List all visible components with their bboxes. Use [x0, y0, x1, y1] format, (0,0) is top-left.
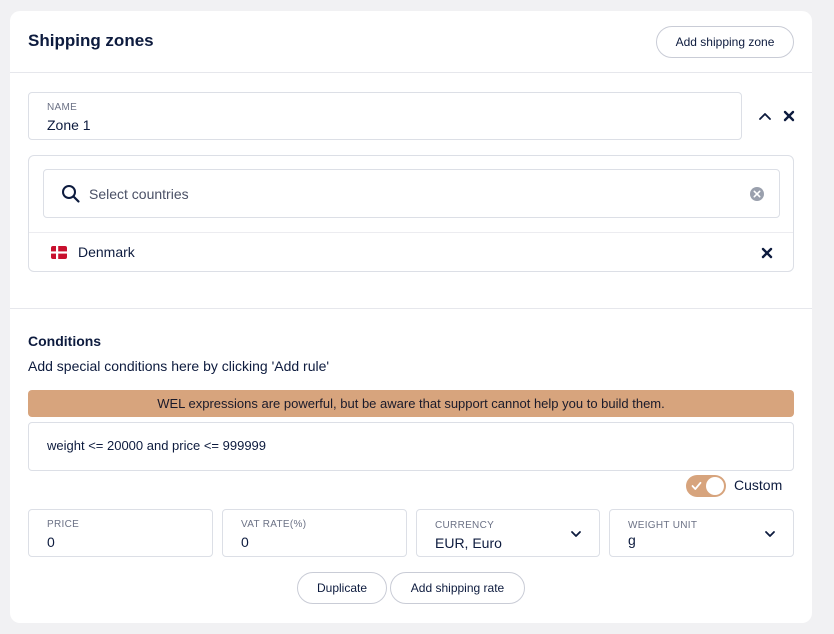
add-shipping-rate-button[interactable]: Add shipping rate: [390, 572, 525, 604]
currency-label: CURRENCY: [435, 520, 495, 531]
wel-warning-banner: WEL expressions are powerful, but be awa…: [28, 390, 794, 417]
duplicate-button[interactable]: Duplicate: [297, 572, 387, 604]
check-icon: [691, 481, 702, 490]
chevron-down-icon: [765, 531, 775, 537]
price-field[interactable]: PRICE 0: [28, 509, 213, 557]
weight-unit-value: g: [628, 532, 636, 548]
section-divider: [10, 308, 812, 309]
search-placeholder: Select countries: [89, 186, 189, 202]
price-label: PRICE: [47, 519, 80, 530]
currency-value: EUR, Euro: [435, 535, 502, 551]
zone-name-value: Zone 1: [47, 117, 91, 133]
country-name: Denmark: [78, 244, 135, 260]
conditions-title: Conditions: [28, 333, 102, 349]
chevron-down-icon: [571, 531, 581, 537]
vat-rate-field[interactable]: VAT RATE(%) 0: [222, 509, 407, 557]
toggle-knob: [706, 477, 724, 495]
close-zone-icon[interactable]: [782, 109, 796, 123]
clear-search-icon[interactable]: [749, 186, 765, 202]
expression-text: weight <= 20000 and price <= 999999: [47, 438, 267, 453]
custom-label: Custom: [734, 477, 783, 493]
remove-country-icon[interactable]: [760, 246, 774, 260]
expression-input[interactable]: weight <= 20000 and price <= 999999: [28, 422, 794, 471]
dk-flag-icon: [51, 246, 67, 259]
zone-name-field[interactable]: NAME Zone 1: [28, 92, 742, 140]
search-icon: [62, 185, 80, 203]
currency-select[interactable]: CURRENCY EUR, Euro: [416, 509, 600, 557]
zone-name-label: NAME: [47, 102, 78, 113]
price-value: 0: [47, 534, 55, 550]
shipping-zones-card: Shipping zones Add shipping zone NAME Zo…: [10, 11, 812, 623]
page-title: Shipping zones: [28, 31, 154, 50]
countries-panel: Select countries Denmark: [28, 155, 794, 272]
vat-rate-label: VAT RATE(%): [241, 519, 307, 530]
conditions-description: Add special conditions here by clicking …: [28, 358, 330, 374]
add-shipping-zone-button[interactable]: Add shipping zone: [656, 26, 794, 58]
list-item: Denmark: [29, 232, 793, 272]
weight-unit-select[interactable]: WEIGHT UNIT g: [609, 509, 794, 557]
card-header: Shipping zones Add shipping zone: [10, 11, 812, 73]
vat-rate-value: 0: [241, 534, 249, 550]
country-search-input[interactable]: Select countries: [43, 169, 780, 218]
chevron-up-icon[interactable]: [758, 109, 772, 123]
weight-unit-label: WEIGHT UNIT: [628, 520, 698, 531]
custom-toggle[interactable]: [686, 475, 726, 497]
